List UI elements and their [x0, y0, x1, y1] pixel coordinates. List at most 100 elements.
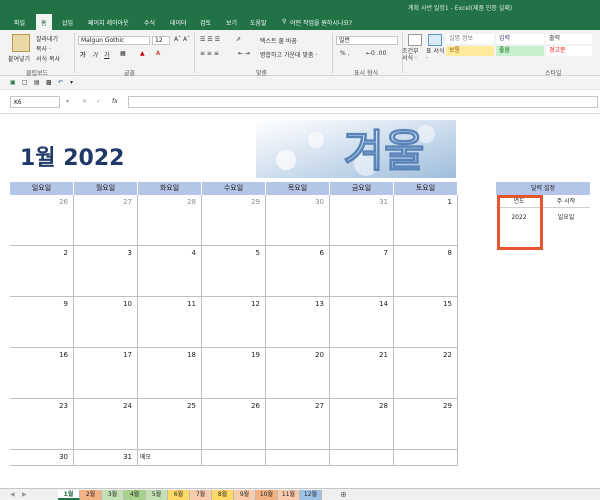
date-cell[interactable]	[394, 450, 458, 466]
paste-button[interactable]: 붙여넣기	[8, 54, 30, 63]
date-cell[interactable]: 17	[74, 348, 138, 399]
tab-formulas[interactable]: 수식	[144, 18, 155, 27]
style-input[interactable]: 입력	[496, 34, 544, 44]
date-cell[interactable]: 22	[394, 348, 458, 399]
style-output[interactable]: 출력	[546, 34, 592, 44]
date-cell[interactable]: 9	[10, 297, 74, 348]
date-cell[interactable]	[266, 450, 330, 466]
date-cell[interactable]	[202, 450, 266, 466]
add-sheet-icon[interactable]: ⊕	[340, 490, 347, 499]
border-icon[interactable]: ▦	[120, 50, 126, 57]
tab-data[interactable]: 데이터	[170, 18, 187, 27]
date-cell[interactable]: 29	[202, 195, 266, 246]
style-good[interactable]: 좋음	[496, 46, 544, 56]
cut-button[interactable]: 잘라내기	[36, 34, 58, 43]
date-cell[interactable]: 31	[330, 195, 394, 246]
tell-me-search[interactable]: 어떤 작업을 원하시나요?	[290, 18, 352, 27]
tab-insert[interactable]: 삽입	[62, 18, 73, 27]
next-sheet-icon[interactable]: ▶	[22, 491, 27, 498]
date-cell[interactable]: 30	[266, 195, 330, 246]
italic-button[interactable]: 가	[92, 50, 98, 59]
new-icon[interactable]: □	[22, 79, 28, 86]
date-cell[interactable]: 6	[266, 246, 330, 297]
bold-button[interactable]: 가	[80, 50, 86, 59]
number-format-select[interactable]: 일반	[336, 36, 398, 45]
sheet-tab[interactable]: 12월	[300, 490, 322, 500]
date-cell[interactable]: 4	[138, 246, 202, 297]
tab-page-layout[interactable]: 페이지 레이아웃	[88, 18, 129, 27]
date-cell[interactable]: 24	[74, 399, 138, 450]
date-cell[interactable]: 27	[74, 195, 138, 246]
date-cell[interactable]: 5	[202, 246, 266, 297]
date-cell[interactable]: 19	[202, 348, 266, 399]
tab-home[interactable]: 홈	[36, 14, 52, 30]
conditional-format-icon[interactable]	[408, 34, 422, 46]
date-cell[interactable]: 25	[138, 399, 202, 450]
wrap-text-button[interactable]: 텍스트 줄 바꿈	[260, 36, 297, 45]
format-painter-button[interactable]: 서식 복사	[36, 54, 60, 63]
date-cell[interactable]: 26	[202, 399, 266, 450]
date-cell[interactable]: 26	[10, 195, 74, 246]
date-cell[interactable]: 23	[10, 399, 74, 450]
date-cell[interactable]: 31	[74, 450, 138, 466]
sheet-tab[interactable]: 3월	[102, 490, 124, 500]
customize-qat-icon[interactable]: ▾	[70, 79, 73, 86]
fill-color-icon[interactable]: ▲	[140, 50, 145, 57]
date-cell[interactable]: 28	[330, 399, 394, 450]
conditional-format-button[interactable]: 조건부 서식 ·	[402, 48, 424, 62]
date-cell[interactable]: 8	[394, 246, 458, 297]
fx-icon[interactable]: fx	[112, 98, 118, 105]
sheet-tab[interactable]: 6월	[168, 490, 190, 500]
font-size-select[interactable]: 12	[152, 36, 170, 45]
date-cell[interactable]: 11	[138, 297, 202, 348]
save-icon[interactable]: ▣	[10, 79, 16, 86]
table-format-button[interactable]: 표 서식 ·	[426, 48, 446, 62]
sheet-tab[interactable]: 9월	[234, 490, 256, 500]
date-cell[interactable]: 12	[202, 297, 266, 348]
prev-sheet-icon[interactable]: ◀	[10, 491, 15, 498]
style-explanatory[interactable]: 설명 정보	[446, 34, 494, 44]
underline-button[interactable]: 가	[104, 50, 110, 59]
align-top-icon[interactable]: ☰ ☰ ☰	[200, 36, 220, 43]
percent-button[interactable]: % ,	[340, 50, 350, 57]
sheet-tab[interactable]: 1월	[58, 490, 80, 500]
enter-icon[interactable]: ✓	[96, 98, 101, 105]
date-cell[interactable]: 10	[74, 297, 138, 348]
name-box-dropdown-icon[interactable]: ▾	[66, 98, 69, 105]
decimal-icon[interactable]: ←0 .00	[366, 50, 386, 57]
date-cell[interactable]: 14	[330, 297, 394, 348]
align-left-icon[interactable]: ≡ ≡ ≡	[200, 50, 219, 57]
sheet-tab[interactable]: 10월	[256, 490, 278, 500]
date-cell[interactable]: 2	[10, 246, 74, 297]
date-cell[interactable]: 20	[266, 348, 330, 399]
tab-review[interactable]: 검토	[200, 18, 211, 27]
orientation-icon[interactable]: ⇗	[236, 36, 241, 43]
date-cell[interactable]: 28	[138, 195, 202, 246]
tab-file[interactable]: 파일	[14, 18, 25, 27]
style-neutral[interactable]: 보통	[446, 46, 494, 56]
sheet-tab[interactable]: 4월	[124, 490, 146, 500]
cancel-icon[interactable]: ✕	[82, 98, 87, 105]
sheet-tab[interactable]: 8월	[212, 490, 234, 500]
indent-icon[interactable]: ⇤ ⇥	[238, 50, 250, 57]
table-format-icon[interactable]	[428, 34, 442, 46]
date-cell[interactable]: 27	[266, 399, 330, 450]
open-icon[interactable]: ▤	[34, 79, 40, 86]
date-cell[interactable]: 15	[394, 297, 458, 348]
font-name-select[interactable]: Malgun Gothic	[78, 36, 150, 45]
date-cell[interactable]: 21	[330, 348, 394, 399]
merge-center-button[interactable]: 병합하고 가운데 맞춤 ·	[260, 50, 317, 59]
formula-input[interactable]	[128, 96, 598, 108]
print-icon[interactable]: ▩	[46, 79, 52, 86]
copy-button[interactable]: 복사 ·	[36, 44, 51, 53]
date-cell[interactable]: 16	[10, 348, 74, 399]
grow-font-icon[interactable]: Aˆ Aˇ	[174, 36, 190, 43]
style-warning[interactable]: 경고문	[546, 46, 592, 56]
date-cell[interactable]: 13	[266, 297, 330, 348]
tab-help[interactable]: 도움말	[250, 18, 267, 27]
date-cell[interactable]: 7	[330, 246, 394, 297]
date-cell[interactable]: 29	[394, 399, 458, 450]
week-start-value[interactable]: 일요일	[542, 208, 590, 228]
undo-icon[interactable]: ↶	[58, 79, 63, 86]
sheet-tab[interactable]: 11월	[278, 490, 300, 500]
